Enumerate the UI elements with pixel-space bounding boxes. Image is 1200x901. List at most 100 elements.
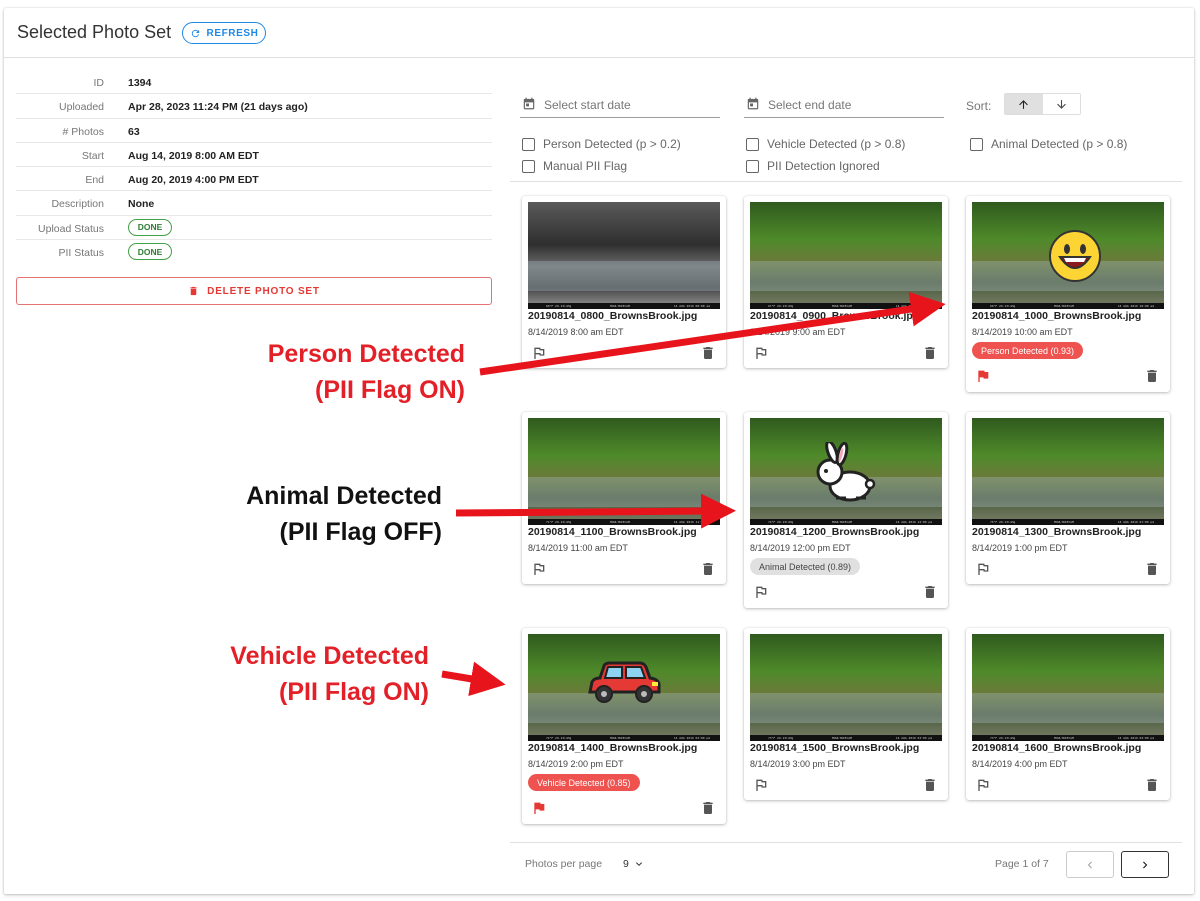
photo-datetime: 8/14/2019 10:00 am EDT (972, 327, 1073, 337)
person-detected-checkbox[interactable]: Person Detected (p > 0.2) (522, 137, 681, 151)
stream-water (528, 476, 720, 507)
animal-detected-checkbox[interactable]: Animal Detected (p > 0.8) (970, 137, 1127, 151)
animal-annotation: Animal Detected (PII Flag OFF) (246, 478, 442, 550)
manual-pii-flag-checkbox[interactable]: Manual PII Flag (522, 159, 627, 173)
arrow-down-icon (1056, 99, 1066, 109)
pii-flag-button[interactable] (753, 345, 769, 366)
photo-card[interactable]: 75°F 29.13inHg MOULTRIECAM 14 AUG 2019 01:… (966, 412, 1170, 584)
sort-desc-button[interactable] (1043, 94, 1081, 114)
photo-datetime: 8/14/2019 12:00 pm EDT (750, 543, 851, 553)
delete-photo-button[interactable] (922, 777, 938, 798)
info-bar-right: 14 AUG 2019 01:00 pm (1117, 520, 1154, 524)
delete-photo-button[interactable] (1144, 368, 1160, 389)
sort-asc-button[interactable] (1005, 94, 1043, 114)
photo-datetime: 8/14/2019 3:00 pm EDT (750, 759, 846, 769)
annotation-title: Vehicle Detected (230, 642, 429, 670)
pii-flag-button[interactable] (753, 777, 769, 798)
prev-page-button[interactable] (1066, 851, 1114, 878)
detail-row-uploaded: Uploaded Apr 28, 2023 11:24 PM (21 days a… (16, 94, 492, 119)
photo-thumbnail[interactable]: 67°F 29.13inHg MOULTRIECAM 14 AUG 2019 09:… (750, 202, 942, 309)
camera-info-bar: 75°F 29.13inHg MOULTRIECAM 14 AUG 2019 01:… (972, 519, 1164, 525)
photo-thumbnail[interactable]: 75°F 29.13inHg MOULTRIECAM 14 AUG 2019 01:… (972, 418, 1164, 525)
photo-datetime: 8/14/2019 2:00 pm EDT (528, 759, 624, 769)
pii-flag-button[interactable] (975, 777, 991, 798)
pii-flag-button[interactable] (531, 561, 547, 582)
photo-card[interactable]: 73°F 29.13inHg MOULTRIECAM 14 AUG 2019 03:… (744, 628, 948, 800)
photo-card[interactable]: 69°F 29.13inHg MOULTRIECAM 14 AUG 2019 10:… (966, 196, 1170, 392)
checkbox-box[interactable] (746, 137, 759, 151)
info-bar-camera: MOULTRIECAM (610, 736, 630, 740)
delete-photo-button[interactable] (700, 561, 716, 582)
photo-card[interactable]: 60°F 29.13inHg MOULTRIECAM 14 AUG 2019 08:… (522, 196, 726, 368)
info-bar-camera: MOULTRIECAM (1054, 520, 1074, 524)
flag-icon (978, 370, 989, 382)
detail-label: Upload Status (38, 222, 104, 235)
vehicle-detected-checkbox[interactable]: Vehicle Detected (p > 0.8) (746, 137, 905, 151)
stream-water (750, 692, 942, 723)
detail-label: Start (81, 149, 104, 162)
info-bar-right: 14 AUG 2019 03:00 pm (895, 736, 932, 740)
checkbox-label: Manual PII Flag (543, 159, 628, 173)
pii-flag-button[interactable] (531, 800, 547, 821)
trash-icon (1147, 563, 1157, 575)
photo-filename: 20190814_1500_BrownsBrook.jpg (750, 742, 920, 754)
chevron-down-icon (635, 862, 642, 866)
refresh-button[interactable]: REFRESH (182, 22, 266, 44)
delete-photo-button[interactable] (700, 800, 716, 821)
photo-card[interactable]: 74°F 29.13inHg MOULTRIECAM 14 AUG 2019 02:… (522, 628, 726, 824)
start-date-input[interactable]: Select start date (520, 96, 720, 118)
photo-thumbnail[interactable]: 60°F 29.13inHg MOULTRIECAM 14 AUG 2019 08:… (528, 202, 720, 309)
checkbox-box[interactable] (522, 137, 535, 151)
photo-card[interactable]: 73°F 29.13inHg MOULTRIECAM 14 AUG 2019 04:… (966, 628, 1170, 800)
stream-water (750, 260, 942, 291)
chevron-left-icon (1087, 861, 1092, 868)
trash-icon (703, 563, 713, 575)
delete-photo-button[interactable] (1144, 777, 1160, 798)
pii-flag-button[interactable] (753, 584, 769, 605)
photo-filename: 20190814_1300_BrownsBrook.jpg (972, 526, 1142, 538)
photo-thumbnail[interactable]: 71°F 29.13inHg MOULTRIECAM 14 AUG 2019 11:… (528, 418, 720, 525)
photo-card[interactable]: 67°F 29.13inHg MOULTRIECAM 14 AUG 2019 09:… (744, 196, 948, 368)
delete-photo-button[interactable] (1144, 561, 1160, 582)
photo-set-panel: Selected Photo Set REFRESH ID 1394 Upload… (4, 8, 1194, 894)
end-date-input[interactable]: Select end date (744, 96, 944, 118)
per-page-label: Photos per page (525, 858, 603, 870)
pii-flag-button[interactable] (531, 345, 547, 366)
info-bar-camera: MOULTRIECAM (1054, 736, 1074, 740)
photo-card[interactable]: 71°F 29.13inHg MOULTRIECAM 14 AUG 2019 11:… (522, 412, 726, 584)
delete-photo-button[interactable] (922, 584, 938, 605)
photo-filename: 20190814_0800_BrownsBrook.jpg (528, 310, 698, 322)
delete-photo-button[interactable] (700, 345, 716, 366)
arrow-up-icon (1019, 99, 1029, 109)
page-indicator: Page 1 of 7 (995, 858, 1049, 870)
detail-label: End (85, 174, 104, 187)
next-page-button[interactable] (1121, 851, 1169, 878)
photo-thumbnail[interactable]: 73°F 29.13inHg MOULTRIECAM 14 AUG 2019 04:… (972, 634, 1164, 741)
info-bar-left: 73°F 29.13inHg (990, 736, 1016, 740)
trash-icon (925, 347, 935, 359)
trash-icon (925, 586, 935, 598)
per-page-select[interactable]: 9 (623, 858, 645, 870)
stream-water (972, 692, 1164, 723)
delete-photo-set-button[interactable]: DELETE PHOTO SET (16, 277, 492, 305)
detail-row-start: Start Aug 14, 2019 8:00 AM EDT (16, 143, 492, 168)
info-bar-right: 14 AUG 2019 11:00 am (673, 520, 710, 524)
info-bar-camera: MOULTRIECAM (832, 304, 852, 308)
vehicle-annotation: Vehicle Detected (PII Flag ON) (230, 638, 429, 710)
trash-icon (190, 286, 197, 296)
checkbox-label: Vehicle Detected (p > 0.8) (767, 137, 906, 151)
refresh-icon (191, 29, 199, 37)
photo-thumbnail[interactable]: 73°F 29.13inHg MOULTRIECAM 14 AUG 2019 03:… (750, 634, 942, 741)
checkbox-box[interactable] (746, 159, 759, 173)
delete-photo-button[interactable] (922, 345, 938, 366)
trash-icon (703, 802, 713, 814)
photo-card[interactable]: 74°F 29.13inHg MOULTRIECAM 14 AUG 2019 12:… (744, 412, 948, 608)
pagination: Photos per page 9 Page 1 of 7 (510, 842, 1182, 888)
checkbox-box[interactable] (522, 159, 535, 173)
calendar-icon (523, 97, 535, 110)
pii-detection-ignored-checkbox[interactable]: PII Detection Ignored (746, 159, 880, 173)
checkbox-box[interactable] (970, 137, 983, 151)
detail-value: Aug 20, 2019 4:00 PM EDT (128, 174, 259, 187)
pii-flag-button[interactable] (975, 561, 991, 582)
pii-flag-button[interactable] (975, 368, 991, 389)
